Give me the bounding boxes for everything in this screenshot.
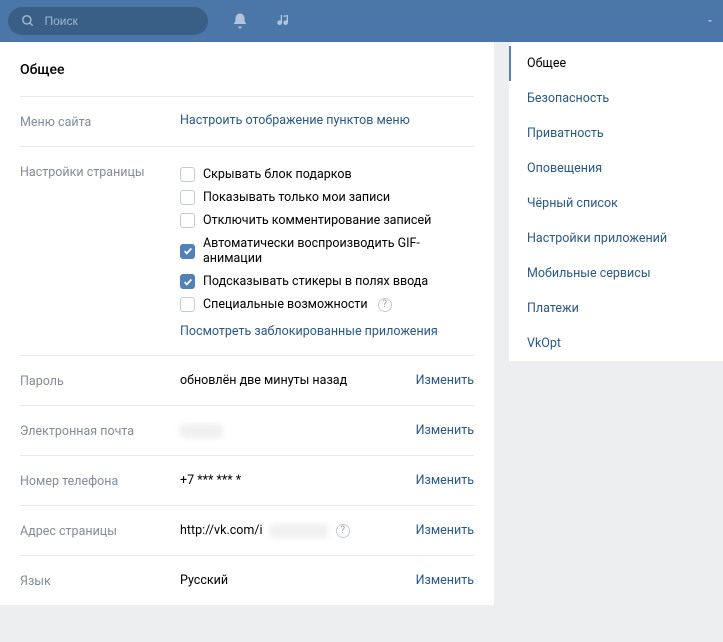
search-input[interactable] <box>44 14 198 28</box>
checkbox-label: Скрывать блок подарков <box>203 167 352 182</box>
email-change-link[interactable]: Изменить <box>416 423 474 438</box>
row-address: Адрес страницы http://vk.com/i ? Изменит… <box>20 505 474 555</box>
checkbox-label: Показывать только мои записи <box>203 190 390 205</box>
row-email: Электронная почта Изменить <box>20 405 474 455</box>
checkbox-label: Отключить комментирование записей <box>203 213 431 228</box>
checkbox-icon[interactable] <box>180 244 195 259</box>
checkbox-icon[interactable] <box>180 297 195 312</box>
sidebar-item[interactable]: Платежи <box>509 291 723 326</box>
checkbox-option[interactable]: Скрывать блок подарков <box>180 163 474 186</box>
sidebar-item[interactable]: Мобильные сервисы <box>509 256 723 291</box>
checkbox-label: Подсказывать стикеры в полях ввода <box>203 274 428 289</box>
password-value: обновлён две минуты назад <box>180 373 416 388</box>
sidebar-item[interactable]: VkOpt <box>509 326 723 361</box>
checkbox-icon[interactable] <box>180 274 195 289</box>
settings-sidebar: ОбщееБезопасностьПриватностьОповещенияЧё… <box>509 42 723 361</box>
password-change-link[interactable]: Изменить <box>416 373 474 388</box>
phone-change-link[interactable]: Изменить <box>416 473 474 488</box>
checkbox-icon[interactable] <box>180 213 195 228</box>
user-menu[interactable] <box>635 7 715 35</box>
search-icon <box>18 9 38 33</box>
label-language: Язык <box>20 572 180 589</box>
search-box[interactable] <box>8 7 208 35</box>
configure-menu-link[interactable]: Настроить отображение пунктов меню <box>180 113 474 128</box>
main-panel: Общее Меню сайта Настроить отображение п… <box>0 42 494 605</box>
label-page-settings: Настройки страницы <box>20 163 180 339</box>
checkbox-option[interactable]: Специальные возможности? <box>180 293 474 316</box>
row-site-menu: Меню сайта Настроить отображение пунктов… <box>20 96 474 146</box>
checkbox-option[interactable]: Отключить комментирование записей <box>180 209 474 232</box>
email-value <box>180 424 416 438</box>
checkbox-option[interactable]: Показывать только мои записи <box>180 186 474 209</box>
sidebar-item[interactable]: Общее <box>509 46 723 81</box>
label-email: Электронная почта <box>20 422 180 439</box>
label-site-menu: Меню сайта <box>20 113 180 130</box>
language-value: Русский <box>180 573 416 588</box>
row-phone: Номер телефона +7 *** *** * Изменить <box>20 455 474 505</box>
row-password: Пароль обновлён две минуты назад Изменит… <box>20 355 474 405</box>
page-title: Общее <box>20 62 474 96</box>
address-value: http://vk.com/i ? <box>180 523 416 538</box>
sidebar-item[interactable]: Чёрный список <box>509 186 723 221</box>
phone-value: +7 *** *** * <box>180 473 416 488</box>
row-page-settings: Настройки страницы Скрывать блок подарко… <box>20 146 474 355</box>
row-language: Язык Русский Изменить <box>20 555 474 605</box>
help-icon[interactable]: ? <box>378 298 392 312</box>
music-icon[interactable] <box>272 9 296 33</box>
label-password: Пароль <box>20 372 180 389</box>
label-phone: Номер телефона <box>20 472 180 489</box>
help-icon[interactable]: ? <box>336 524 350 538</box>
notifications-icon[interactable] <box>228 9 252 33</box>
checkbox-icon[interactable] <box>180 167 195 182</box>
blocked-apps-link[interactable]: Посмотреть заблокированные приложения <box>180 324 474 339</box>
sidebar-item[interactable]: Безопасность <box>509 81 723 116</box>
language-change-link[interactable]: Изменить <box>416 573 474 588</box>
label-address: Адрес страницы <box>20 522 180 539</box>
address-change-link[interactable]: Изменить <box>416 523 474 538</box>
sidebar-item[interactable]: Настройки приложений <box>509 221 723 256</box>
sidebar-item[interactable]: Оповещения <box>509 151 723 186</box>
top-header <box>0 0 723 42</box>
checkbox-option[interactable]: Автоматически воспроизводить GIF-анимаци… <box>180 232 474 270</box>
checkbox-label: Специальные возможности <box>203 297 368 312</box>
checkbox-option[interactable]: Подсказывать стикеры в полях ввода <box>180 270 474 293</box>
sidebar-item[interactable]: Приватность <box>509 116 723 151</box>
checkbox-label: Автоматически воспроизводить GIF-анимаци… <box>203 236 474 266</box>
checkbox-icon[interactable] <box>180 190 195 205</box>
